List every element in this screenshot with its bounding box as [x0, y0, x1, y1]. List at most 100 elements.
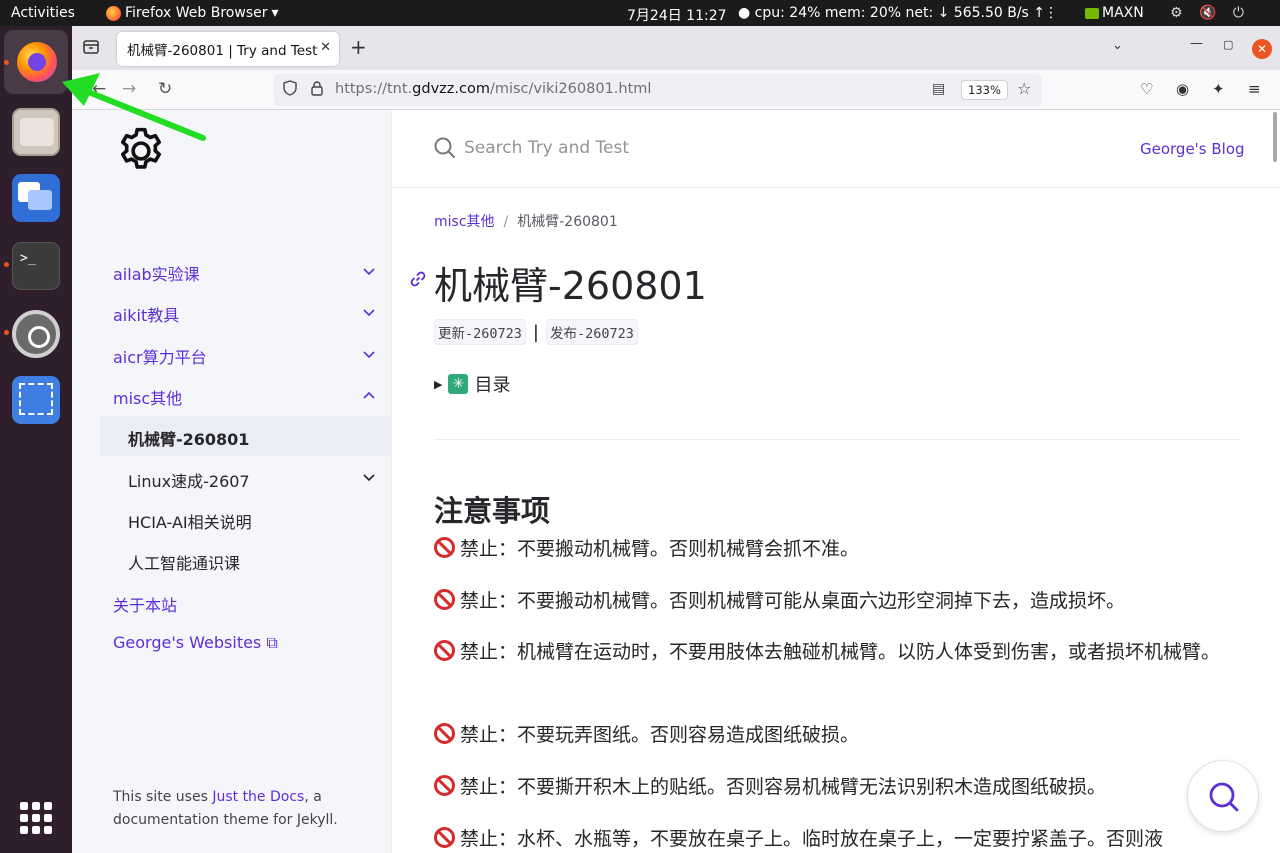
rule-item: 禁止：机械臂在运动时，不要用肢体去触碰机械臂。以防人体受到伤害，或者损坏机械臂。: [434, 637, 1244, 668]
navigation-toolbar: ← → ↻ https://tnt.gdvzz.com/misc/viki260…: [72, 70, 1280, 110]
power-mode-label: MAXN: [1102, 5, 1144, 21]
minimize-button[interactable]: —: [1190, 36, 1203, 51]
sidebar-subitem-linux[interactable]: Linux速成-2607: [128, 468, 250, 492]
settings-icon[interactable]: [12, 310, 60, 358]
prohibited-icon: [434, 640, 455, 661]
divider: [434, 439, 1239, 440]
sidebar-item-about[interactable]: 关于本站: [113, 592, 177, 616]
chevron-down-icon[interactable]: [362, 471, 376, 485]
blog-link[interactable]: George's Blog: [1140, 140, 1245, 158]
breadcrumb-parent[interactable]: misc其他: [434, 214, 495, 230]
close-window-button[interactable]: ✕: [1252, 39, 1272, 59]
prohibited-icon: [434, 537, 455, 558]
new-tab-button[interactable]: +: [350, 35, 367, 59]
rule-item: 禁止：不要撕开积木上的贴纸。否则容易机械臂无法识别积木造成图纸破损。: [434, 772, 1244, 803]
pocket-icon[interactable]: ♡: [1140, 80, 1153, 98]
docs-sidebar: ailab实验课 aikit教具 aicr算力平台 misc其他 机械臂-260…: [72, 110, 392, 853]
rule-item: 禁止：不要搬动机械臂。否则机械臂会抓不准。: [434, 534, 1244, 565]
firefox-dock-item[interactable]: [4, 30, 68, 94]
search-icon: [1209, 782, 1239, 812]
screenshot-icon[interactable]: [12, 376, 60, 424]
list-all-tabs-icon[interactable]: ⌄: [1112, 38, 1123, 53]
sidebar-subitem-ai-course[interactable]: 人工智能通识课: [128, 550, 240, 574]
date-badges: 更新-260723 | 发布-260723: [434, 319, 638, 345]
url-text[interactable]: https://tnt.gdvzz.com/misc/viki260801.ht…: [335, 81, 651, 97]
link-anchor-icon[interactable]: [408, 269, 428, 289]
prohibited-icon: [434, 589, 455, 610]
breadcrumb-current: 机械臂-260801: [517, 214, 618, 230]
overflow-icon[interactable]: ⋮: [1044, 5, 1058, 21]
system-tray[interactable]: ⚙ 🔇 ⏻: [1170, 5, 1250, 21]
firefox-view-icon[interactable]: [82, 38, 102, 58]
extensions-icon[interactable]: ✦: [1212, 80, 1225, 98]
reader-view-icon[interactable]: ▤: [932, 81, 945, 97]
page-title: 机械臂-260801: [434, 264, 707, 308]
firefox-icon: [17, 42, 57, 82]
just-the-docs-link[interactable]: Just the Docs: [212, 789, 304, 805]
back-button[interactable]: ←: [92, 79, 106, 99]
account-icon[interactable]: ◉: [1176, 80, 1189, 98]
shield-icon[interactable]: [282, 80, 298, 100]
running-indicator: [4, 330, 9, 335]
nvidia-power-mode[interactable]: MAXN: [1085, 5, 1144, 21]
prohibited-icon: [434, 723, 455, 744]
updated-badge: 更新-260723: [434, 319, 526, 345]
prohibited-icon: [434, 827, 455, 848]
system-monitor[interactable]: ● cpu: 24% mem: 20% net: ↓ 565.50 B/s ↑: [738, 5, 1045, 21]
chevron-down-icon[interactable]: [362, 348, 376, 362]
rule-item: 禁止：水杯、水瓶等，不要放在桌子上。临时放在桌子上，一定要拧紧盖子。否则液: [434, 824, 1244, 853]
tab-active[interactable]: 机械臂-260801 | Try and Test ✕: [117, 32, 339, 66]
sidebar-subitem-arm[interactable]: 机械臂-260801: [128, 426, 249, 450]
search-input[interactable]: Search Try and Test: [464, 138, 629, 158]
websites-label: George's Websites: [113, 633, 262, 652]
nvidia-icon: [1085, 7, 1099, 19]
sidebar-item-aikit[interactable]: aikit教具: [113, 302, 179, 326]
chevron-down-icon[interactable]: [362, 306, 376, 320]
tab-bar: 机械臂-260801 | Try and Test ✕ + ⌄ — ▢ ✕: [72, 26, 1280, 70]
bookmark-star-icon[interactable]: ☆: [1017, 79, 1031, 98]
gnome-top-bar: Activities Firefox Web Browser ▾ 7月24日 1…: [0, 0, 1280, 26]
sidebar-subitem-hcia[interactable]: HCIA-AI相关说明: [128, 509, 252, 533]
url-bar[interactable]: https://tnt.gdvzz.com/misc/viki260801.ht…: [274, 74, 1042, 106]
close-tab-icon[interactable]: ✕: [320, 40, 331, 55]
search-icon: [434, 137, 456, 159]
floating-search-button[interactable]: [1187, 760, 1259, 832]
maximize-button[interactable]: ▢: [1223, 38, 1233, 51]
search-bar[interactable]: Search Try and Test George's Blog: [393, 110, 1280, 188]
zoom-indicator[interactable]: 133%: [961, 80, 1008, 100]
page-scrollbar[interactable]: [1273, 112, 1277, 162]
terminal-icon[interactable]: >_: [12, 242, 60, 290]
firefox-mini-icon: [106, 5, 121, 21]
sidebar-footer: This site uses Just the Docs, a document…: [113, 789, 338, 828]
remmina-icon[interactable]: [12, 174, 60, 222]
chevron-up-icon[interactable]: [362, 388, 376, 402]
breadcrumb: misc其他 / 机械臂-260801: [434, 214, 618, 230]
rule-item: 禁止：不要搬动机械臂。否则机械臂可能从桌面六边形空洞掉下去，造成损坏。: [434, 586, 1244, 617]
reload-button[interactable]: ↻: [158, 79, 172, 99]
forward-button[interactable]: →: [122, 79, 136, 99]
show-apps-icon[interactable]: [20, 802, 52, 834]
running-indicator: [4, 60, 9, 65]
section-title: 注意事项: [434, 494, 551, 528]
web-page: ailab实验课 aikit教具 aicr算力平台 misc其他 机械臂-260…: [72, 110, 1280, 853]
prohibited-icon: [434, 775, 455, 796]
toc-toggle[interactable]: ▶ ✳ 目录: [434, 371, 510, 397]
running-indicator: [4, 262, 9, 267]
external-link-icon: ⧉: [266, 633, 278, 652]
app-menu[interactable]: Firefox Web Browser ▾: [106, 5, 279, 21]
sidebar-item-misc[interactable]: misc其他: [113, 385, 182, 409]
chevron-down-icon: ▾: [271, 5, 279, 21]
clock[interactable]: 7月24日 11:27: [627, 5, 727, 25]
ubuntu-dock: >_: [0, 26, 72, 853]
sidebar-item-aicr[interactable]: aicr算力平台: [113, 344, 207, 368]
lock-icon[interactable]: [310, 80, 324, 100]
gear-icon[interactable]: [114, 124, 168, 178]
chevron-down-icon[interactable]: [362, 265, 376, 279]
main-content: Search Try and Test George's Blog misc其他…: [393, 110, 1280, 853]
activities-button[interactable]: Activities: [11, 5, 75, 21]
sidebar-item-websites[interactable]: George's Websites ⧉: [113, 633, 278, 653]
files-icon[interactable]: [12, 108, 60, 156]
app-name: Firefox Web Browser: [125, 5, 268, 21]
app-menu-icon[interactable]: ≡: [1248, 80, 1261, 98]
sidebar-item-ailab[interactable]: ailab实验课: [113, 261, 200, 285]
